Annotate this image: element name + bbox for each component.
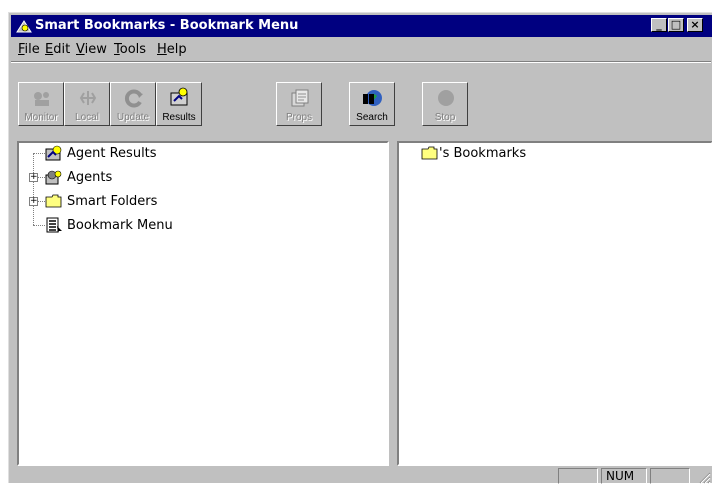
status-cell-empty [650,468,690,484]
stop-button[interactable]: Stop [422,82,468,126]
props-label: Props [285,112,313,123]
toolbar: Monitor Local Update Results Props Searc… [11,65,711,139]
menu-file[interactable]: File [18,42,40,57]
smart-bookmarks-app-icon [16,20,32,33]
stop-icon [438,90,454,106]
search-button[interactable]: Search [349,82,395,126]
status-bar: NUM [11,468,711,484]
tree-item-label: Agents [67,170,113,185]
tree-line [37,177,45,178]
maximize-button[interactable]: □ [668,18,684,32]
toolbar-separator [11,61,711,63]
maximize-icon: □ [670,18,682,31]
update-button[interactable]: Update [110,82,156,126]
search-label: Search [356,112,388,123]
folder-icon [45,194,62,208]
tree-item-label: Agent Results [67,146,157,161]
menu-tools[interactable]: Tools [114,42,146,57]
menu-bar: File Edit View Tools Help [11,38,711,60]
close-icon: × [690,18,700,31]
num-lock-indicator: NUM [601,468,647,484]
folder-tree-pane[interactable]: Agent Results + Agents + Smart Folders B… [16,140,390,467]
results-label: Results [162,112,196,123]
local-label: Local [75,112,99,123]
update-label: Update [116,112,150,123]
tree-line [33,153,34,225]
expand-smart-folders-toggle[interactable]: + [29,197,38,206]
stop-label: Stop [434,112,456,123]
monitor-icon [34,92,49,106]
title-bar[interactable]: Smart Bookmarks - Bookmark Menu _ □ × [11,15,712,37]
menu-help[interactable]: Help [157,42,187,57]
expand-agents-toggle[interactable]: + [29,173,38,182]
agent-results-icon [45,145,62,161]
props-button[interactable]: Props [276,82,322,126]
update-icon [125,89,143,108]
list-item-label: 's Bookmarks [439,146,527,161]
app-window: Smart Bookmarks - Bookmark Menu _ □ × Fi… [8,12,712,484]
tree-item-label: Bookmark Menu [67,218,173,233]
local-button[interactable]: Local [64,82,110,126]
tree-line [37,201,45,202]
agents-icon [45,170,62,185]
bookmark-menu-icon [46,217,62,233]
resize-grip-icon[interactable] [697,470,711,484]
tree-line [33,153,45,154]
menu-edit[interactable]: Edit [45,42,70,57]
window-title: Smart Bookmarks - Bookmark Menu [35,18,299,33]
minimize-button[interactable]: _ [651,18,667,32]
search-binoculars-icon [363,90,382,106]
folder-icon [421,146,438,160]
monitor-label: Monitor [24,112,58,123]
close-button[interactable]: × [687,18,703,32]
tree-item-label: Smart Folders [67,194,158,209]
status-cell-empty [558,468,598,484]
menu-view[interactable]: View [76,42,107,57]
local-icon [79,91,97,105]
properties-icon [291,89,309,107]
monitor-button[interactable]: Monitor [18,82,64,126]
tree-line [33,225,45,226]
results-button[interactable]: Results [156,82,202,126]
bookmark-list-pane[interactable]: 's Bookmarks [396,140,712,467]
minimize-icon: _ [656,18,662,31]
results-icon [170,87,188,106]
